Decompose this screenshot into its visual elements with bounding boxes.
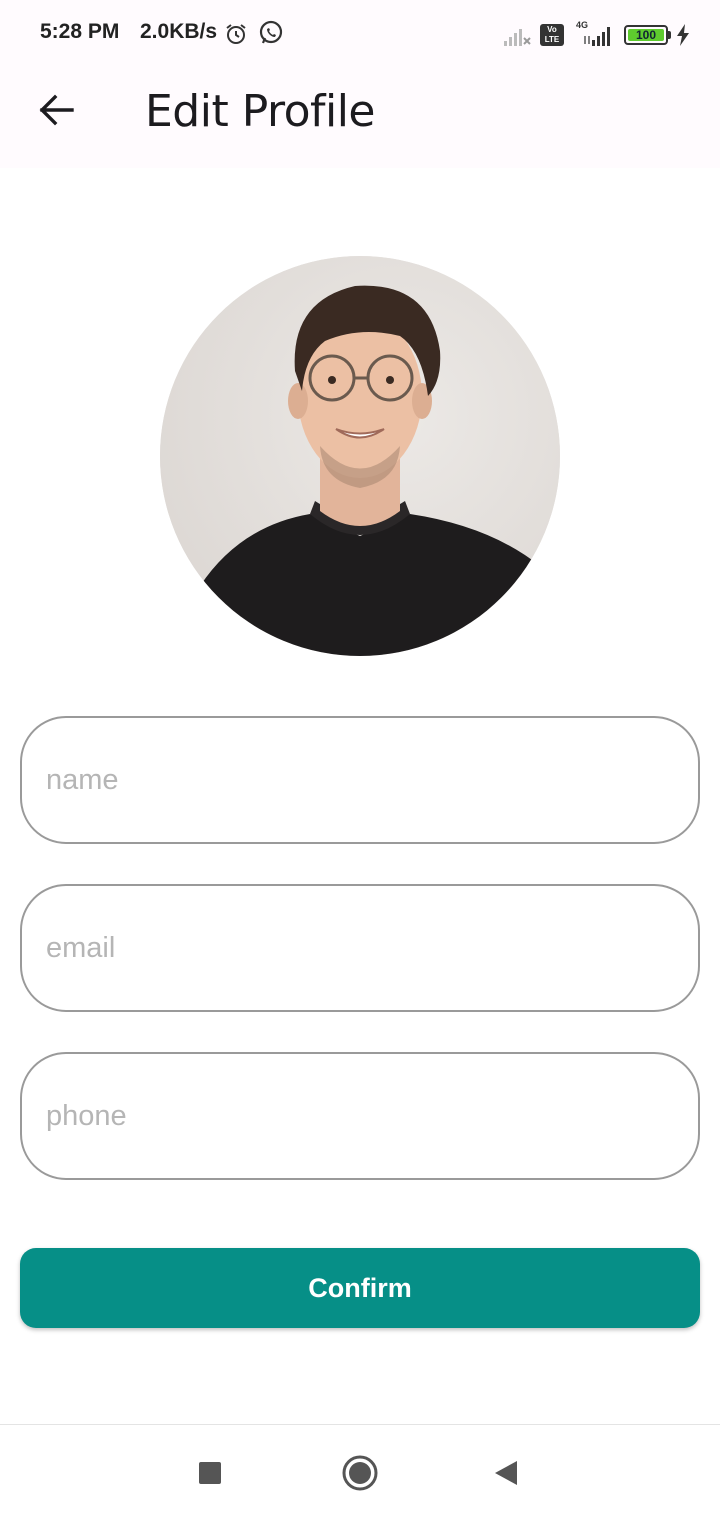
signal-sim1-icon — [504, 29, 531, 46]
phone-field[interactable] — [20, 1052, 700, 1180]
circle-home-icon[interactable] — [340, 1453, 380, 1493]
name-field[interactable] — [20, 716, 700, 844]
profile-avatar[interactable] — [160, 256, 560, 656]
volte-badge: Vo LTE — [540, 24, 564, 46]
status-bar: 5:28 PM 2.0KB/s Vo LTE 4G 100 — [0, 0, 720, 70]
square-recent-icon[interactable] — [199, 1462, 221, 1484]
whatsapp-icon — [259, 20, 283, 44]
signal-sim2-icon — [584, 27, 610, 46]
email-field[interactable] — [20, 884, 700, 1012]
system-nav-bar — [0, 1424, 720, 1520]
app-top-area: 5:28 PM 2.0KB/s Vo LTE 4G 100 Edit Profi… — [0, 0, 720, 168]
bolt-icon — [677, 24, 689, 46]
alarm-icon — [226, 24, 246, 44]
battery-icon: 100 — [624, 25, 668, 45]
triangle-back-icon[interactable] — [492, 1459, 520, 1487]
back-button[interactable] — [28, 86, 84, 134]
battery-cap — [668, 31, 671, 39]
confirm-button[interactable]: Confirm — [20, 1248, 700, 1328]
page-title: Edit Profile — [145, 86, 376, 137]
arrow-back-icon — [39, 94, 74, 126]
battery-level: 100 — [628, 29, 664, 41]
status-time: 5:28 PM — [40, 20, 120, 43]
network-speed: 2.0KB/s — [140, 20, 218, 43]
profile-photo — [160, 256, 560, 656]
